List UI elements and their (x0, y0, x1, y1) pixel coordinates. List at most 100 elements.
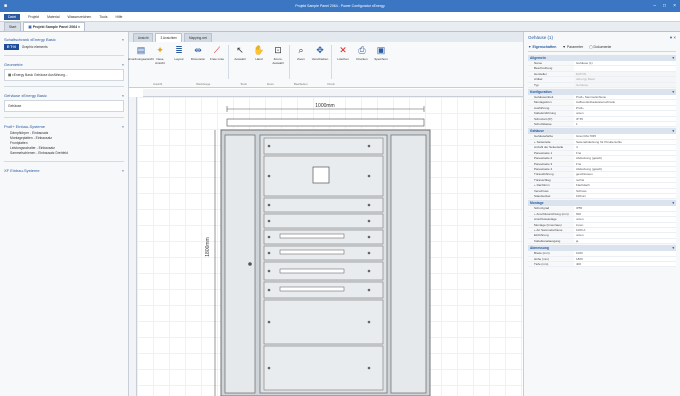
canvas-area: Ansicht 3 Ansichten Mapping.xml ▤ Anordnu… (128, 32, 524, 396)
property-value[interactable]: Gehäuse (574, 82, 676, 88)
minimize-button[interactable]: – (653, 3, 656, 9)
tab-view[interactable]: Ansicht (133, 33, 154, 42)
property-value[interactable]: Profi+ Sammelschiene (574, 95, 676, 100)
property-value[interactable]: Gehäuse (1) (574, 61, 676, 66)
menu-item[interactable]: Projekt (28, 15, 39, 19)
properties-icon: ▼ (528, 45, 532, 49)
property-value[interactable]: Grau RAL7035 (574, 134, 676, 139)
property-key: + Dachform (534, 183, 550, 188)
menu-item[interactable]: Material (47, 15, 59, 19)
right-door[interactable] (390, 134, 427, 394)
close-panel-icon[interactable]: × (673, 35, 676, 40)
zoom-button[interactable]: ⌕ Zoom (293, 45, 309, 62)
property-value[interactable]: geschlossen (574, 172, 676, 177)
close-tab-icon[interactable]: × (78, 25, 80, 29)
menu-file[interactable]: Datei (4, 13, 21, 20)
layout-button[interactable]: ≣ Layout (171, 45, 187, 62)
property-value[interactable]: unten (574, 233, 676, 238)
property-key: Anschlussanlage (534, 217, 557, 222)
property-value[interactable] (574, 66, 676, 71)
section-xf-systems[interactable]: XF Einbau-Systeme « (4, 168, 124, 173)
free-line-button[interactable]: ⟋ Freie Linie (209, 45, 225, 62)
pin-icon[interactable]: ▾ (670, 35, 672, 40)
property-value[interactable]: xEnergy Basic (574, 77, 676, 82)
property-value[interactable]: ja (574, 238, 676, 244)
property-value[interactable]: 600 (574, 211, 676, 217)
property-value[interactable]: 1000 A (574, 227, 676, 233)
section-profi-systems[interactable]: Profi+ Einbau-Systeme « (4, 124, 124, 129)
property-value[interactable]: Frei (574, 150, 676, 156)
project-icon: ▣ (28, 25, 32, 29)
property-value[interactable]: 1 (574, 122, 676, 127)
tab-mapping[interactable]: Mapping.xml (183, 33, 213, 42)
property-value[interactable]: rechts (574, 177, 676, 183)
print-button[interactable]: ⎙ Drucken (354, 45, 370, 62)
hand-button[interactable]: ✋ Hand (251, 45, 267, 62)
property-key: Gehäuseinheit (534, 95, 554, 100)
property-value[interactable]: Abdeckung (geteilt) (574, 166, 676, 172)
height-dimension-label: 1800mm (205, 237, 211, 256)
property-value[interactable]: 1000 (574, 251, 676, 256)
menu-item[interactable]: Hilfe (116, 15, 123, 19)
menu-item[interactable]: Tools (99, 15, 107, 19)
tab-parameters[interactable]: ▼ Parameter (562, 45, 583, 49)
tab-start[interactable]: Start (4, 22, 22, 31)
document-icon: ▢ (589, 45, 593, 49)
housing-field[interactable]: Gehäuse (4, 100, 124, 112)
new-view-button[interactable]: ✦ Neue Ansicht (152, 45, 168, 66)
property-value[interactable]: IP55 (574, 206, 676, 211)
maximize-button[interactable]: □ (663, 3, 666, 9)
close-button[interactable]: × (673, 3, 676, 9)
section-housing[interactable]: Gehäuse xEnergy Basic « (4, 93, 124, 98)
property-value[interactable]: 100mm (574, 193, 676, 199)
property-value[interactable]: 4 (574, 145, 676, 150)
property-value[interactable]: innen (574, 222, 676, 227)
list-item[interactable]: Sammelschienen - Einbausatz Drehfeld (4, 151, 124, 156)
cabinet-top-cap (226, 118, 425, 127)
layout-icon: ▤ (136, 45, 146, 55)
tab-documents[interactable]: ▢ Dokumente (589, 45, 611, 49)
property-value[interactable]: Schloss (574, 188, 676, 193)
property-value[interactable]: IP 55 (574, 116, 676, 122)
cabinet-drawing: 1000mm 1800mm (205, 103, 431, 396)
move-button[interactable]: ✥ Verschieben (312, 45, 329, 62)
property-key: Türanschlag (534, 177, 551, 182)
window-title: Projekt Sample Panel 2064 - Power Config… (295, 4, 385, 8)
arrange-view-button[interactable]: ▤ Anordnungsansicht (128, 45, 154, 62)
section-geometry[interactable]: Geometrie « (4, 62, 124, 67)
graphic-elements-link[interactable]: Graphic elements (22, 45, 48, 49)
collapse-icon: ▾ (672, 246, 674, 251)
collapse-icon: ▾ (672, 129, 674, 134)
property-value[interactable]: Aufbau Einbauleistenschrank (574, 100, 676, 105)
property-key: Paneelseite 1 (534, 150, 553, 155)
property-value[interactable]: Seitenabdeckung für Pünktersohle (574, 139, 676, 145)
property-key: Gehäusefarbe (534, 134, 554, 139)
property-key: Hersteller (534, 71, 547, 76)
tab-project[interactable]: ▣ Projekt Sample Panel 2064 × (23, 22, 86, 31)
property-value[interactable]: unten (574, 111, 676, 116)
property-value[interactable]: unten (574, 217, 676, 222)
property-value[interactable]: 400 (574, 262, 676, 267)
geometry-selection[interactable]: ▦ xEnergy Basic Gehäuse Ausführung... (4, 69, 124, 81)
tab-3views[interactable]: 3 Ansichten (155, 33, 182, 42)
property-value[interactable]: Profi+ (574, 105, 676, 111)
properties-grid: Allgemein ▾ Name Gehäuse (1) Beschreibung Her… (528, 55, 676, 268)
property-value[interactable]: EATON (574, 71, 676, 77)
dimension-button[interactable]: ⇹ Dimension (190, 45, 206, 62)
section-cabinet[interactable]: Schaltschrank xEnergy Basic « (4, 37, 124, 42)
zoom-selection-button[interactable]: ⊡ Zoom-Auswahl (270, 45, 286, 66)
dimension-icon: ⇹ (194, 45, 202, 55)
property-key: Paneelseite 2 (534, 156, 553, 161)
line-icon: ⟋ (213, 45, 221, 55)
save-button[interactable]: ▣ Speichern (373, 45, 389, 62)
property-value[interactable]: Abdeckung (geteilt) (574, 156, 676, 161)
collapse-icon: ▾ (672, 201, 674, 206)
select-button[interactable]: ↖ Auswahl (232, 45, 248, 62)
tab-properties[interactable]: ▼ Eigenschaften (528, 45, 556, 49)
menu-item[interactable]: Wasserzeichen (68, 15, 92, 19)
property-value[interactable]: 1800 (574, 256, 676, 261)
delete-button[interactable]: ✕ Löschen (335, 45, 351, 62)
drawing-canvas[interactable]: 1000mm 1800mm (137, 97, 523, 396)
property-value[interactable]: Frei (574, 161, 676, 166)
property-value[interactable]: Flachdach (574, 183, 676, 188)
